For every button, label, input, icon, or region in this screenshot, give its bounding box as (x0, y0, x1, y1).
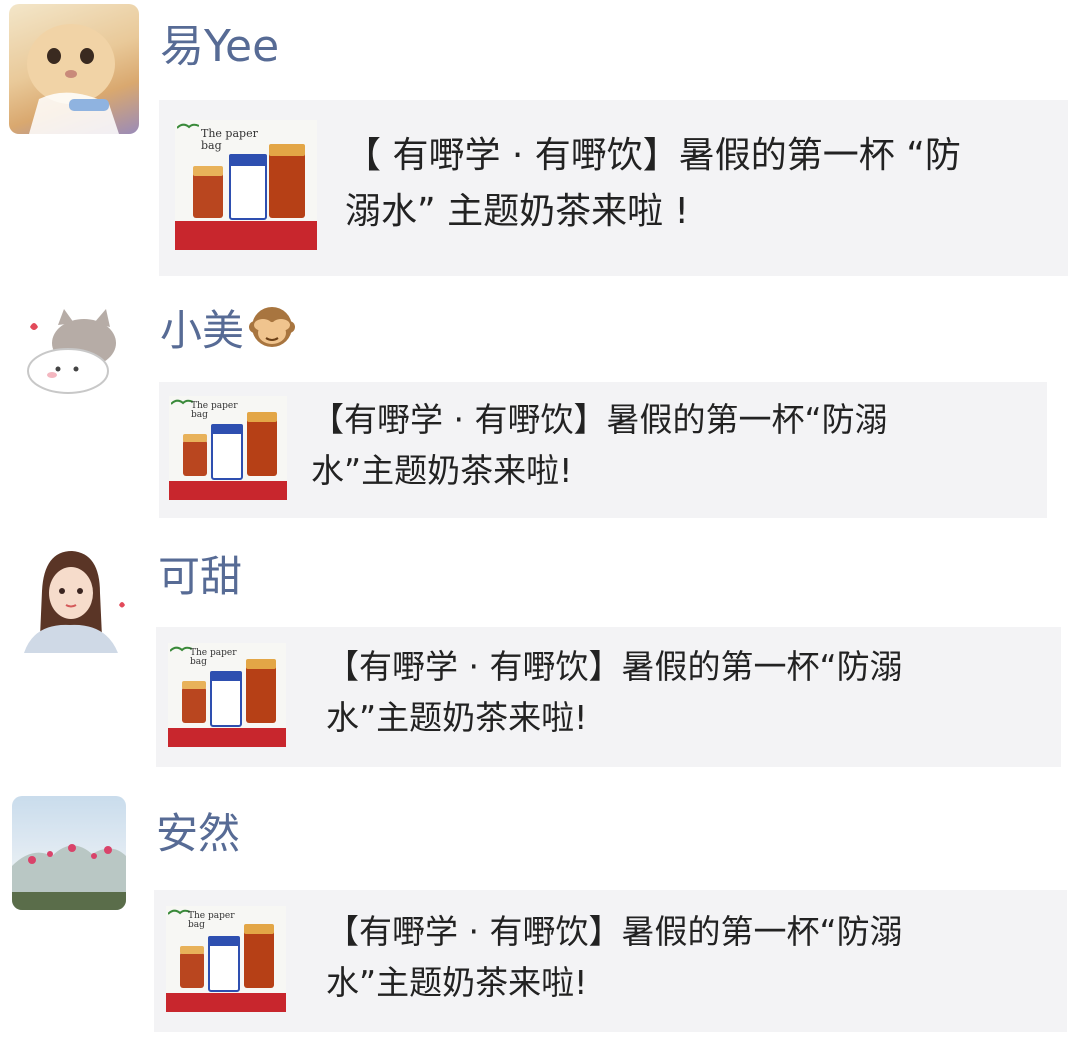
thumbnail-caption: The paper bag (201, 127, 258, 152)
avatar[interactable] (12, 796, 126, 910)
card-title: 【有嘢学 · 有嘢饮】暑假的第一杯“防溺 水”主题奶茶来啦! (326, 641, 1046, 743)
card-title-line: 【有嘢学 · 有嘢饮】暑假的第一杯“防溺 (326, 647, 903, 686)
card-title-line: 水”主题奶茶来啦! (326, 963, 588, 1003)
card-title-line: 【有嘢学 · 有嘢饮】暑假的第一杯“防溺 (326, 912, 903, 951)
thumbnail-caption: The paper bag (190, 648, 237, 668)
link-card[interactable]: The paper bag 【有嘢学 · 有嘢饮】暑假的第一杯“防溺 水”主题奶… (156, 627, 1061, 767)
cartoon-cats-avatar-icon (27, 309, 116, 394)
blossom-tree-avatar-icon (12, 844, 126, 910)
author-name-text: 小美 (160, 306, 245, 355)
link-card[interactable]: The paper bag 【 有嘢学 · 有嘢饮】暑假的第一杯 “防 溺水” … (159, 100, 1068, 276)
brand-strip (175, 221, 317, 250)
card-title-line: 水”主题奶茶来啦! (311, 451, 573, 491)
author-name[interactable]: 安然 (156, 800, 240, 861)
card-title: 【 有嘢学 · 有嘢饮】暑假的第一杯 “防 溺水” 主题奶茶来啦 ! (345, 128, 1045, 240)
leaf-icon (171, 399, 193, 405)
brand-strip (166, 992, 286, 1012)
brand-strip (168, 728, 286, 747)
article-thumbnail: The paper bag (169, 396, 287, 500)
brand-strip (169, 481, 287, 500)
card-title: 【有嘢学 · 有嘢饮】暑假的第一杯“防溺 水”主题奶茶来啦! (311, 394, 1031, 496)
card-title-line: 水”主题奶茶来啦! (326, 698, 588, 738)
see-no-evil-monkey-icon (248, 303, 296, 351)
article-thumbnail: The paper bag (175, 120, 317, 250)
author-name[interactable]: 可甜 (158, 543, 242, 604)
link-card[interactable]: The paper bag 【有嘢学 · 有嘢饮】暑假的第一杯“防溺 水”主题奶… (154, 890, 1067, 1032)
moment-post: 安然 The paper bag 【有嘢学 · 有嘢饮】暑假的第一杯“防溺 水”… (0, 790, 1080, 1040)
leaf-icon (168, 909, 190, 915)
author-name[interactable]: 易Yee (160, 10, 279, 74)
moment-post: 可甜 The paper bag 【有嘢学 · 有嘢饮】暑假的第一杯“防溺 水”… (0, 535, 1080, 775)
cartoon-girl-avatar-icon (24, 551, 125, 653)
avatar[interactable] (18, 295, 128, 405)
leaf-icon (177, 123, 199, 129)
avatar[interactable] (14, 541, 126, 653)
thumbnail-caption: The paper bag (191, 401, 238, 421)
leaf-icon (170, 646, 192, 652)
article-thumbnail: The paper bag (168, 643, 286, 747)
avatar[interactable] (9, 4, 139, 134)
author-name[interactable]: 小美 (160, 297, 296, 358)
moment-post: 易Yee The paper bag 【 有嘢学 · 有嘢饮】暑假的第一杯 “防… (0, 0, 1080, 280)
card-title: 【有嘢学 · 有嘢饮】暑假的第一杯“防溺 水”主题奶茶来啦! (326, 906, 1046, 1008)
card-title-line: 溺水” 主题奶茶来啦 ! (345, 190, 689, 232)
thumbnail-caption: The paper bag (188, 911, 235, 931)
link-card[interactable]: The paper bag 【有嘢学 · 有嘢饮】暑假的第一杯“防溺 水”主题奶… (159, 382, 1047, 518)
card-title-line: 【 有嘢学 · 有嘢饮】暑假的第一杯 “防 (345, 135, 961, 176)
article-thumbnail: The paper bag (166, 906, 286, 1012)
card-title-line: 【有嘢学 · 有嘢饮】暑假的第一杯“防溺 (311, 400, 888, 439)
moment-post: 小美 The paper bag 【有嘢学 · 有嘢饮】暑假的第一杯“防溺 水”… (0, 285, 1080, 525)
cat-photo-avatar-icon (27, 24, 119, 134)
